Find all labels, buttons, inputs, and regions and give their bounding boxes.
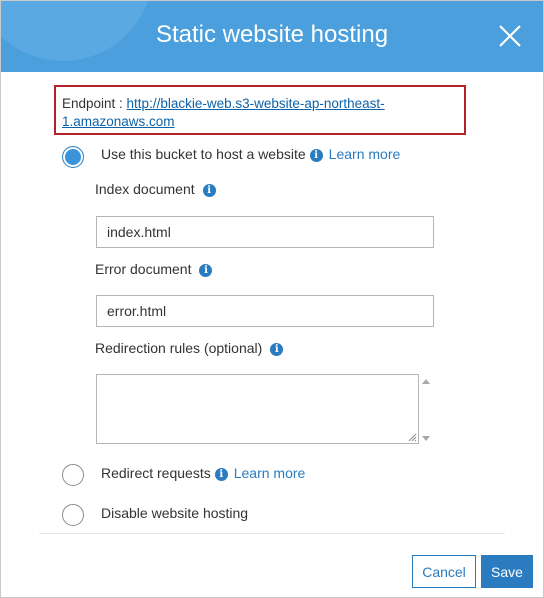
error-document-label: Error document [95, 261, 192, 277]
error-document-field-label: Error document i [95, 260, 213, 278]
index-document-input[interactable] [96, 216, 434, 248]
dialog-title: Static website hosting [155, 21, 389, 48]
info-icon[interactable]: i [270, 343, 284, 356]
host-website-label: Use this bucket to host a website [101, 146, 306, 162]
error-document-input[interactable] [96, 295, 434, 327]
redirect-requests-label: Redirect requests [101, 465, 211, 481]
static-website-hosting-dialog: Static website hosting Endpoint : http:/… [0, 0, 544, 598]
redirection-rules-label: Redirection rules (optional) [95, 340, 263, 356]
resize-handle-icon[interactable] [407, 432, 417, 442]
redirection-rules-textarea[interactable] [96, 374, 419, 444]
close-icon [499, 25, 521, 47]
save-button[interactable]: Save [481, 555, 533, 588]
disable-hosting-radio[interactable] [62, 504, 84, 526]
scroll-up-icon[interactable] [422, 379, 430, 384]
close-button[interactable] [497, 23, 523, 49]
info-icon[interactable]: i [309, 149, 323, 162]
dialog-header: Static website hosting [1, 1, 543, 72]
redirection-rules-container [96, 374, 434, 444]
host-website-option: Use this bucket to host a website i Learn … [101, 145, 400, 163]
textarea-scrollbar[interactable] [420, 374, 432, 444]
info-icon[interactable]: i [214, 468, 228, 481]
redirection-rules-field-label: Redirection rules (optional) i [95, 339, 284, 357]
cancel-button[interactable]: Cancel [412, 555, 476, 588]
footer-divider [39, 533, 505, 534]
redirect-requests-radio[interactable] [62, 464, 84, 486]
endpoint-highlight: Endpoint : http://blackie-web.s3-website… [54, 85, 466, 135]
learn-more-link-host[interactable]: Learn more [329, 146, 401, 162]
info-icon[interactable]: i [202, 184, 216, 197]
host-website-radio[interactable] [62, 146, 84, 168]
redirect-requests-option: Redirect requests i Learn more [101, 464, 305, 482]
learn-more-link-redirect[interactable]: Learn more [234, 465, 306, 481]
disable-hosting-label: Disable website hosting [101, 505, 249, 521]
endpoint-label: Endpoint : [62, 96, 127, 111]
index-document-label: Index document [95, 181, 195, 197]
scroll-down-icon[interactable] [422, 436, 430, 441]
info-icon[interactable]: i [199, 264, 213, 277]
index-document-field-label: Index document i [95, 180, 216, 198]
